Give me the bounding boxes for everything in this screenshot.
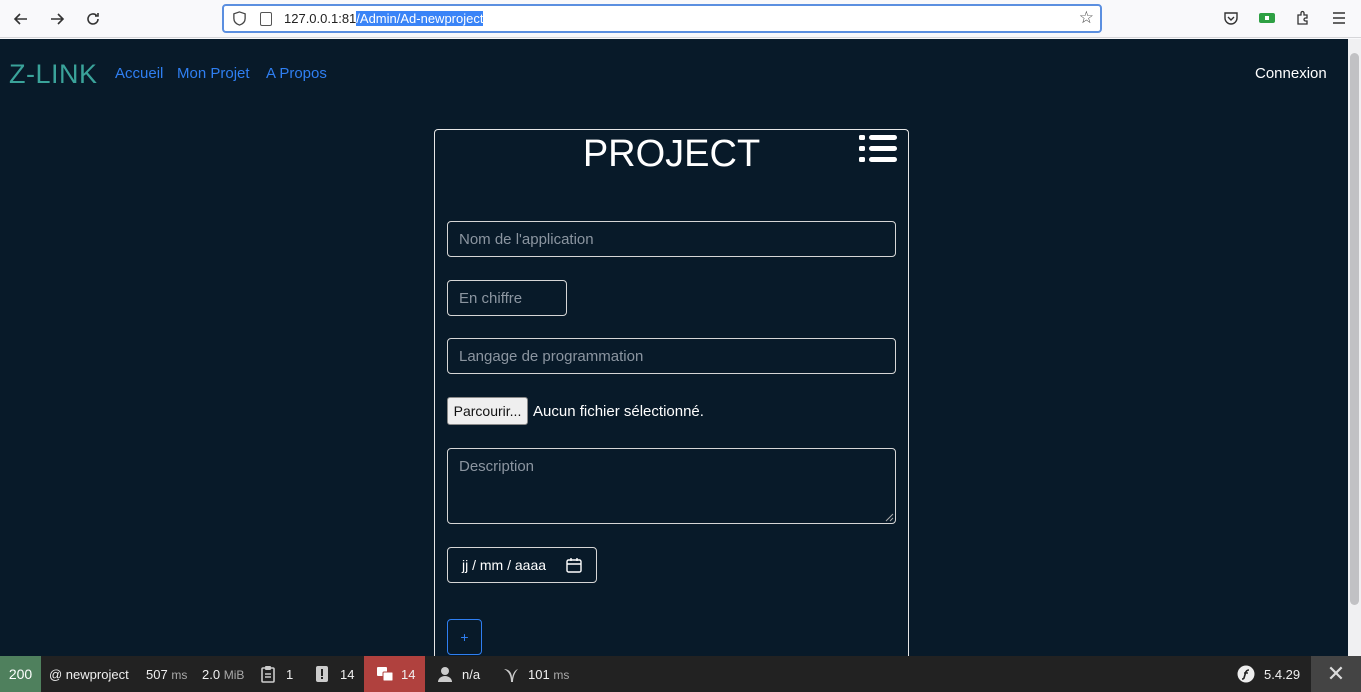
twig-time-value: 101 bbox=[528, 667, 550, 682]
app-name-input[interactable] bbox=[447, 221, 896, 257]
forms-clipboard-icon[interactable] bbox=[259, 665, 277, 683]
request-time[interactable]: 507 ms bbox=[146, 667, 187, 682]
close-toolbar-button[interactable]: ✕ bbox=[1311, 656, 1361, 692]
scrollbar-thumb[interactable] bbox=[1350, 53, 1359, 605]
browser-toolbar: 127.0.0.1:81/Admin/Ad-newproject ☆ bbox=[0, 0, 1361, 38]
url-path: /Admin/Ad-newproject bbox=[356, 11, 484, 26]
page-scrollbar[interactable] bbox=[1348, 39, 1361, 656]
twig-leaf-icon[interactable] bbox=[502, 665, 520, 683]
url-text[interactable]: 127.0.0.1:81/Admin/Ad-newproject bbox=[284, 11, 484, 26]
user-icon[interactable] bbox=[436, 665, 454, 683]
twig-time-unit: ms bbox=[553, 668, 570, 682]
file-browse-button[interactable]: Parcourir... bbox=[447, 397, 528, 425]
page-icon bbox=[260, 12, 272, 26]
calendar-icon[interactable] bbox=[566, 557, 582, 573]
language-input[interactable] bbox=[447, 338, 896, 374]
date-input[interactable]: jj / mm / aaaa bbox=[447, 547, 597, 583]
twig-time[interactable]: 101 ms bbox=[528, 667, 569, 682]
forms-count[interactable]: 1 bbox=[286, 667, 293, 682]
reload-icon[interactable] bbox=[80, 7, 106, 31]
memory-value: 2.0 bbox=[202, 667, 221, 682]
date-placeholder: jj / mm / aaaa bbox=[462, 557, 547, 573]
pocket-icon[interactable] bbox=[1221, 8, 1241, 28]
nav-link-accueil[interactable]: Accueil bbox=[115, 65, 163, 82]
bookmark-star-icon[interactable]: ☆ bbox=[1079, 8, 1094, 28]
translations-count: 14 bbox=[401, 667, 416, 682]
hamburger-menu-icon[interactable] bbox=[1329, 8, 1349, 28]
description-textarea[interactable] bbox=[447, 448, 896, 524]
logs-warning-icon[interactable] bbox=[313, 665, 331, 683]
translation-icon bbox=[377, 667, 394, 682]
brand-logo[interactable]: Z-LINK bbox=[9, 59, 98, 90]
symfony-debug-toolbar: 200 @ newproject 507 ms 2.0 MiB 1 14 14 … bbox=[0, 656, 1361, 692]
request-time-unit: ms bbox=[171, 668, 188, 682]
add-project-button[interactable]: + bbox=[447, 619, 482, 655]
url-bar[interactable]: 127.0.0.1:81/Admin/Ad-newproject ☆ bbox=[222, 4, 1102, 33]
resize-grip-icon[interactable] bbox=[884, 512, 894, 522]
logs-count[interactable]: 14 bbox=[340, 667, 354, 682]
forward-icon[interactable] bbox=[44, 7, 70, 31]
no-file-label: Aucun fichier sélectionné. bbox=[533, 403, 704, 420]
route-name[interactable]: @ newproject bbox=[49, 667, 129, 682]
list-menu-icon[interactable] bbox=[859, 133, 899, 165]
symfony-logo-icon[interactable] bbox=[1237, 665, 1255, 683]
number-input[interactable] bbox=[447, 280, 567, 316]
nav-link-mon-projet[interactable]: Mon Projet bbox=[177, 65, 250, 82]
page-content: Z-LINK Accueil Mon Projet A Propos Conne… bbox=[0, 39, 1348, 656]
memory-unit: MiB bbox=[223, 668, 245, 682]
login-link[interactable]: Connexion bbox=[1255, 65, 1327, 82]
url-host: 127.0.0.1:81 bbox=[284, 11, 357, 26]
shield-icon[interactable] bbox=[232, 11, 247, 26]
form-title: PROJECT bbox=[582, 133, 761, 175]
extensions-puzzle-icon[interactable] bbox=[1293, 8, 1313, 28]
request-time-value: 507 bbox=[146, 667, 168, 682]
user-name[interactable]: n/a bbox=[462, 667, 480, 682]
symfony-version[interactable]: 5.4.29 bbox=[1264, 667, 1300, 682]
translations-panel[interactable]: 14 bbox=[364, 656, 425, 692]
nav-link-a-propos[interactable]: A Propos bbox=[266, 65, 327, 82]
project-form-card: PROJECT Parcourir... Aucun fichier sélec… bbox=[434, 129, 909, 656]
extension-badge-icon[interactable] bbox=[1257, 8, 1277, 28]
memory-usage[interactable]: 2.0 MiB bbox=[202, 667, 244, 682]
status-code-badge[interactable]: 200 bbox=[0, 656, 41, 692]
back-icon[interactable] bbox=[8, 7, 34, 31]
